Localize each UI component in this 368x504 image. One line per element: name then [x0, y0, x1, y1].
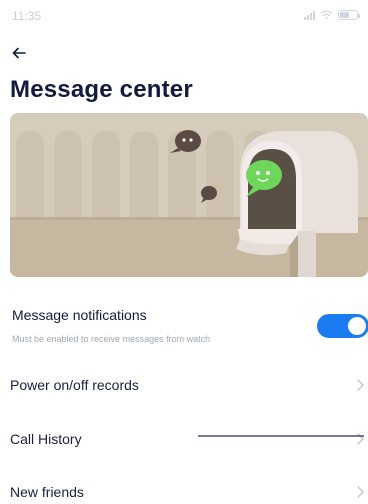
- status-time: 11:35: [12, 9, 42, 23]
- status-icons: [304, 10, 360, 20]
- list-item-new-friends[interactable]: New friends: [0, 471, 368, 504]
- list-item-label: Call History: [10, 431, 82, 447]
- battery-icon: [338, 10, 360, 20]
- annotation-line: [198, 435, 364, 437]
- message-notifications-row: Message notifications Must be enabled to…: [0, 298, 368, 356]
- list-item-label: Power on/off records: [10, 377, 139, 393]
- status-bar: 11:35: [0, 0, 368, 30]
- message-notifications-hint: Must be enabled to receive messages from…: [12, 334, 211, 344]
- arrow-left-icon: [12, 47, 26, 59]
- list-item-call-history[interactable]: Call History: [0, 418, 368, 462]
- toggle-knob: [348, 317, 366, 335]
- back-button[interactable]: [6, 40, 32, 66]
- list-item-power-records[interactable]: Power on/off records: [0, 364, 368, 408]
- message-center-illustration: [10, 113, 368, 277]
- message-notifications-toggle[interactable]: [317, 314, 368, 338]
- wifi-icon: [320, 10, 333, 20]
- page-title: Message center: [10, 76, 193, 103]
- signal-icon: [304, 10, 315, 20]
- chevron-right-icon: [357, 486, 365, 498]
- message-notifications-label: Message notifications: [12, 307, 147, 323]
- list-item-label: New friends: [10, 484, 84, 500]
- chevron-right-icon: [357, 379, 365, 391]
- battery-fill: [340, 12, 349, 18]
